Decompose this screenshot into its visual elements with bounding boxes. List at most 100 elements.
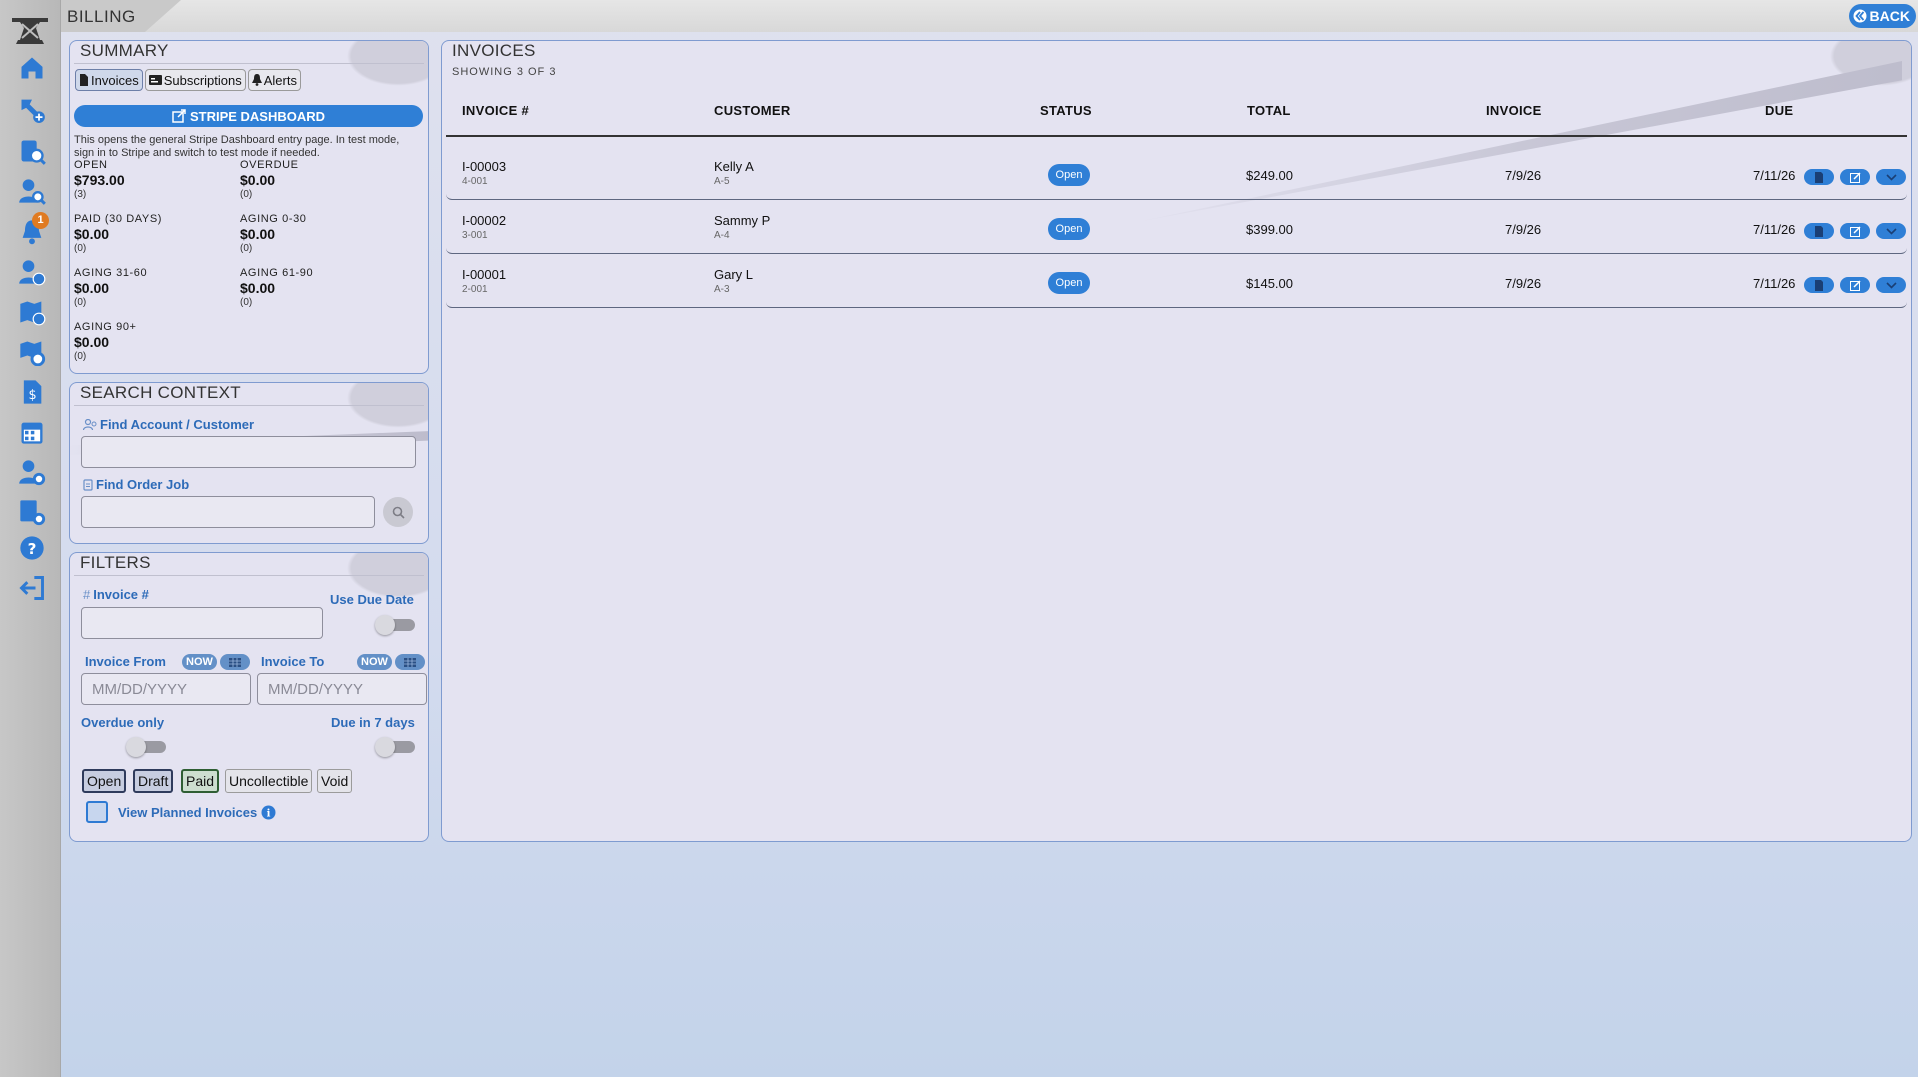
customer-cell: Kelly A A-5 (714, 159, 754, 187)
tab-invoices[interactable]: Invoices (75, 69, 143, 91)
tab-alerts-label: Alerts (263, 72, 297, 88)
due-7-days-toggle[interactable] (375, 737, 415, 757)
col-due[interactable]: DUE (1765, 103, 1793, 118)
edit-button[interactable] (1840, 277, 1870, 293)
user-gear-icon[interactable] (18, 458, 46, 486)
edit-icon (1849, 171, 1861, 183)
back-label: BACK (1869, 8, 1910, 24)
help-icon[interactable]: ? (18, 534, 46, 562)
chevron-down-icon (1885, 173, 1897, 181)
invoice-to-input[interactable] (257, 673, 427, 705)
user-chart-icon[interactable] (18, 258, 46, 286)
from-now-button[interactable]: NOW (182, 654, 217, 670)
due-date-cell: 7/11/26 (1753, 222, 1796, 237)
pdf-icon (1815, 171, 1823, 183)
stat-label: OVERDUE (240, 159, 299, 171)
stat-label: AGING 31-60 (74, 267, 148, 279)
invoice-number-input[interactable] (81, 607, 323, 639)
panel-decoration (1821, 41, 1911, 91)
map-pin-icon[interactable] (18, 298, 46, 326)
bell-small-icon (251, 74, 262, 86)
invoice-from-input[interactable] (81, 673, 251, 705)
status-uncollectible-button[interactable]: Uncollectible (225, 769, 313, 793)
stat-aging-90-plus: AGING 90+ $0.00 (0) (74, 321, 137, 362)
expand-button[interactable] (1876, 169, 1906, 185)
table-row[interactable]: I-00001 2-001 Gary L A-3 Open $145.00 7/9/… (446, 258, 1907, 308)
stat-count: (0) (240, 243, 253, 254)
stat-aging-31-60: AGING 31-60 $0.00 (0) (74, 267, 147, 308)
status-badge: Open (1048, 272, 1090, 294)
col-total[interactable]: TOTAL (1247, 103, 1291, 118)
stat-label: PAID (30 DAYS) (74, 213, 163, 225)
stat-label: OPEN (74, 159, 108, 171)
tab-alerts[interactable]: Alerts (247, 69, 301, 91)
invoice-to-label: Invoice To (261, 654, 325, 669)
stat-value: $0.00 (74, 280, 110, 296)
anvil-logo-icon[interactable] (10, 12, 50, 46)
col-invoice-date[interactable]: INVOICE (1486, 103, 1542, 118)
total-cell: $249.00 (1246, 168, 1293, 183)
tab-invoices-label: Invoices (91, 72, 139, 88)
pdf-button[interactable] (1804, 169, 1834, 185)
to-now-button[interactable]: NOW (357, 654, 392, 670)
expand-button[interactable] (1876, 223, 1906, 239)
invoices-title: INVOICES (452, 41, 536, 60)
use-due-date-toggle[interactable] (375, 615, 415, 635)
grid-gear-icon[interactable] (18, 498, 46, 526)
view-planned-checkbox[interactable] (86, 801, 108, 823)
customer-name: Kelly A (714, 159, 754, 174)
table-row[interactable]: I-00003 4-001 Kelly A A-5 Open $249.00 7/9… (446, 150, 1907, 200)
tool-add-icon[interactable] (18, 95, 46, 123)
customer-name: Gary L (714, 267, 754, 282)
customer-cell: Sammy P A-4 (714, 213, 770, 241)
find-order-text: Find Order Job (96, 477, 190, 492)
col-invoice-number[interactable]: INVOICE # (462, 103, 529, 118)
overdue-only-toggle[interactable] (126, 737, 166, 757)
from-calendar-button[interactable] (220, 654, 250, 670)
stat-count: (0) (240, 189, 253, 200)
expand-button[interactable] (1876, 277, 1906, 293)
invoice-sub: 3-001 (462, 230, 488, 241)
customer-name: Sammy P (714, 213, 771, 228)
edit-button[interactable] (1840, 223, 1870, 239)
edit-button[interactable] (1840, 169, 1870, 185)
user-search-icon[interactable] (18, 177, 46, 205)
tab-subscriptions-label: Subscriptions (163, 72, 242, 88)
pdf-button[interactable] (1804, 277, 1834, 293)
col-status[interactable]: STATUS (1040, 103, 1092, 118)
clipboard-search-icon[interactable] (18, 137, 46, 165)
stat-overdue: OVERDUE $0.00 (0) (240, 159, 299, 200)
find-account-input[interactable] (81, 436, 416, 468)
stat-label: AGING 61-90 (240, 267, 314, 279)
stat-value: $793.00 (74, 172, 125, 188)
order-search-button[interactable] (383, 497, 413, 527)
col-customer[interactable]: CUSTOMER (714, 103, 791, 118)
table-row[interactable]: I-00002 3-001 Sammy P A-4 Open $399.00 7/9… (446, 204, 1907, 254)
status-open-button[interactable]: Open (82, 769, 127, 793)
status-draft-button[interactable]: Draft (133, 769, 174, 793)
stripe-dashboard-button[interactable]: STRIPE DASHBOARD (74, 105, 423, 127)
find-account-text: Find Account / Customer (100, 417, 255, 432)
invoice-dollar-icon[interactable]: $ (18, 378, 46, 406)
invoice-date-cell: 7/9/26 (1505, 276, 1542, 291)
edit-icon (1849, 225, 1861, 237)
to-calendar-button[interactable] (395, 654, 425, 670)
card-icon (148, 75, 162, 85)
search-context-panel: SEARCH CONTEXT Find Account / Customer F… (69, 382, 429, 544)
find-order-input[interactable] (81, 496, 375, 528)
overdue-only-label: Overdue only (81, 715, 165, 730)
info-icon[interactable]: i (261, 805, 276, 820)
tab-subscriptions[interactable]: Subscriptions (144, 69, 246, 91)
stat-value: $0.00 (240, 280, 276, 296)
status-paid-button[interactable]: Paid (181, 769, 220, 793)
logout-icon[interactable] (18, 574, 46, 602)
view-planned-label[interactable]: View Planned Invoices i (118, 805, 276, 820)
pdf-button[interactable] (1804, 223, 1834, 239)
status-void-button[interactable]: Void (317, 769, 353, 793)
home-icon[interactable] (18, 54, 46, 82)
invoice-sub: 2-001 (462, 284, 488, 295)
map-gear-icon[interactable] (18, 338, 46, 366)
find-account-label: Find Account / Customer (83, 417, 254, 432)
calendar-icon[interactable] (18, 418, 46, 446)
back-button[interactable]: BACK (1848, 4, 1916, 28)
